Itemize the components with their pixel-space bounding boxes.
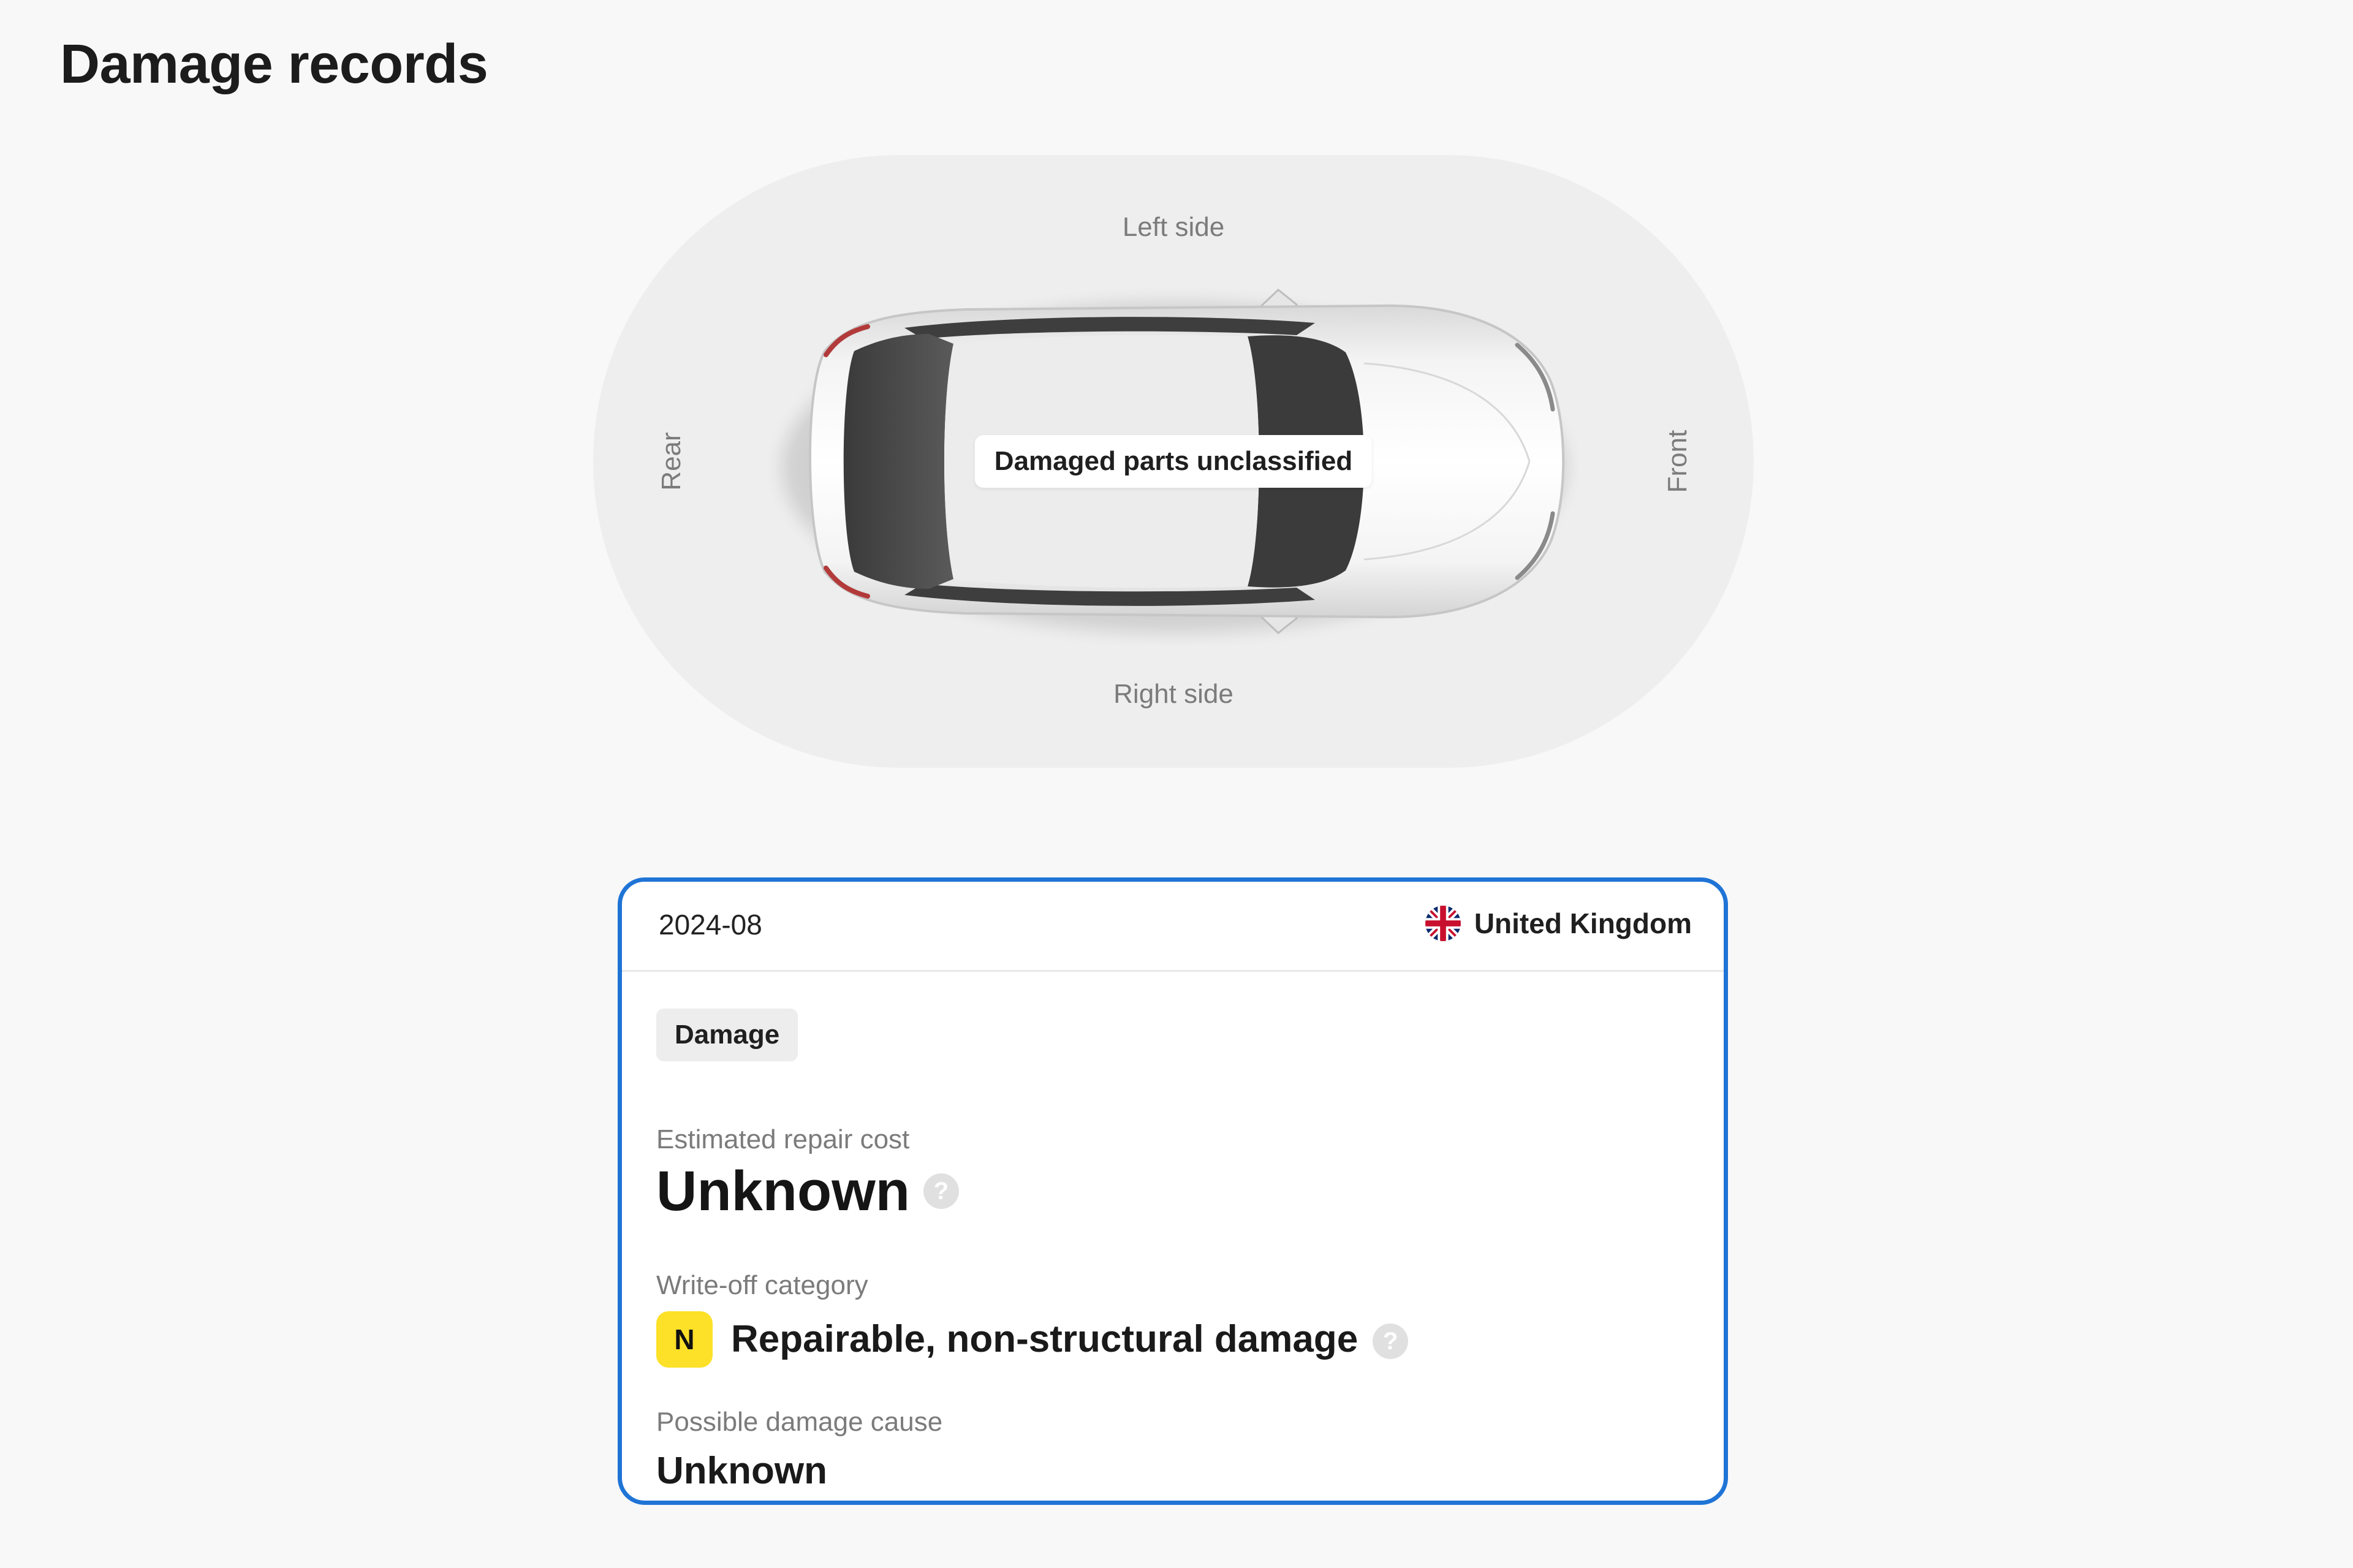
card-header: 2024-08 United Kingdom bbox=[622, 882, 1724, 972]
damage-cause-value: Unknown bbox=[656, 1450, 827, 1492]
write-off-value: Repairable, non-structural damage bbox=[731, 1318, 1358, 1360]
damage-status-chip: Damaged parts unclassified bbox=[974, 435, 1373, 488]
left-side-label: Left side bbox=[1122, 212, 1225, 242]
page-title: Damage records bbox=[60, 34, 488, 95]
write-off-row: N Repairable, non-structural damage ? bbox=[656, 1311, 1409, 1368]
repair-cost-label: Estimated repair cost bbox=[656, 1124, 910, 1154]
repair-cost-row: Unknown ? bbox=[656, 1156, 959, 1227]
record-country: United Kingdom bbox=[1425, 905, 1692, 942]
country-name: United Kingdom bbox=[1474, 907, 1692, 939]
front-label: Front bbox=[1662, 430, 1692, 493]
right-side-label: Right side bbox=[1113, 679, 1233, 709]
uk-flag-icon bbox=[1425, 906, 1461, 941]
record-date: 2024-08 bbox=[659, 909, 762, 941]
write-off-label: Write-off category bbox=[656, 1270, 868, 1300]
write-off-category-badge: N bbox=[656, 1311, 713, 1368]
question-mark-icon[interactable]: ? bbox=[1373, 1324, 1409, 1359]
damage-cause-label: Possible damage cause bbox=[656, 1407, 943, 1437]
repair-cost-value: Unknown bbox=[656, 1160, 910, 1222]
vehicle-damage-diagram: Left side Right side Rear Front Damaged … bbox=[593, 155, 1754, 768]
record-type-badge: Damage bbox=[656, 1009, 798, 1061]
rear-label: Rear bbox=[656, 432, 686, 491]
question-mark-icon[interactable]: ? bbox=[923, 1173, 959, 1209]
damage-record-card[interactable]: 2024-08 United Kingdom Damage Estimated … bbox=[618, 877, 1728, 1505]
